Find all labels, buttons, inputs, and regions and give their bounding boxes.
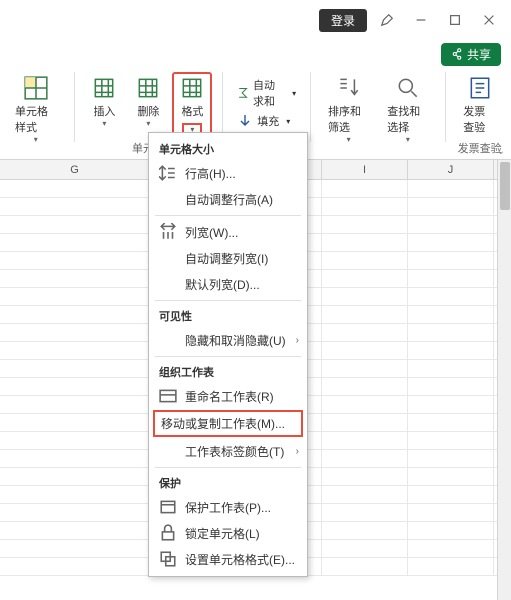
menu-section-organize: 组织工作表 [149, 360, 307, 383]
title-bar: 登录 [0, 0, 511, 40]
share-button[interactable]: 共享 [441, 43, 501, 66]
autosum-button[interactable]: 自动求和▾ [233, 76, 300, 110]
share-label: 共享 [467, 46, 491, 63]
collapse-ribbon-icon[interactable]: ⌄ [497, 146, 505, 157]
fill-button[interactable]: 填充▾ [233, 112, 300, 130]
row-height-icon [159, 164, 177, 182]
col-header-j[interactable]: J [408, 160, 494, 179]
menu-rename-sheet[interactable]: 重命名工作表(R) [149, 383, 307, 409]
sort-filter-group: 排序和筛选 ▾ 查找和选择 ▾ [317, 72, 439, 158]
pen-icon[interactable] [373, 6, 401, 34]
chevron-right-icon: › [296, 446, 299, 457]
delete-button[interactable]: 删除 ▾ [128, 72, 168, 139]
format-cells-icon [159, 550, 177, 568]
close-icon[interactable] [475, 6, 503, 34]
chevron-down-icon: ▾ [146, 119, 150, 128]
cell-styles-button[interactable]: 单元格样式 ▾ [8, 72, 64, 147]
maximize-icon[interactable] [441, 6, 469, 34]
col-header-i[interactable]: I [322, 160, 408, 179]
lock-icon [159, 524, 177, 542]
chevron-down-icon: ▾ [406, 135, 410, 144]
cell-styles-group: 单元格样式 ▾ [4, 72, 68, 158]
invoice-button[interactable]: 发票查验 [456, 72, 503, 138]
chevron-right-icon: › [296, 335, 299, 346]
sort-filter-button[interactable]: 排序和筛选 ▾ [321, 72, 376, 147]
menu-tab-color[interactable]: 工作表标签颜色(T) › [149, 438, 307, 464]
menu-lock-cell[interactable]: 锁定单元格(L) [149, 520, 307, 546]
col-header-g[interactable]: G [0, 160, 150, 179]
menu-autofit-col[interactable]: 自动调整列宽(I) [149, 245, 307, 271]
menu-default-width[interactable]: 默认列宽(D)... [149, 271, 307, 297]
insert-button[interactable]: 插入 ▾ [84, 72, 124, 139]
menu-protect-sheet[interactable]: 保护工作表(P)... [149, 494, 307, 520]
chevron-down-icon: ▾ [102, 119, 106, 128]
format-dropdown-menu: 单元格大小 行高(H)... 自动调整行高(A) 列宽(W)... 自动调整列宽… [148, 132, 308, 577]
menu-move-copy-sheet[interactable]: 移动或复制工作表(M)... [153, 410, 303, 437]
menu-autofit-row[interactable]: 自动调整行高(A) [149, 186, 307, 212]
menu-section-visibility: 可见性 [149, 304, 307, 327]
rename-icon [159, 387, 177, 405]
menu-format-cells[interactable]: 设置单元格格式(E)... [149, 546, 307, 572]
menu-section-protect: 保护 [149, 471, 307, 494]
format-button[interactable]: 格式 ▾ [172, 72, 212, 139]
chevron-down-icon: ▾ [34, 135, 38, 144]
login-button[interactable]: 登录 [319, 9, 367, 32]
invoice-group-label: 发票查验 [458, 140, 502, 158]
menu-section-cell-size: 单元格大小 [149, 137, 307, 160]
menu-col-width[interactable]: 列宽(W)... [149, 219, 307, 245]
vertical-scrollbar[interactable] [497, 160, 511, 600]
find-select-button[interactable]: 查找和选择 ▾ [380, 72, 435, 147]
chevron-down-icon: ▾ [347, 135, 351, 144]
protect-sheet-icon [159, 498, 177, 516]
share-bar: 共享 [0, 40, 511, 68]
col-width-icon [159, 223, 177, 241]
minimize-icon[interactable] [407, 6, 435, 34]
scrollbar-thumb[interactable] [500, 162, 510, 210]
menu-hide-unhide[interactable]: 隐藏和取消隐藏(U) › [149, 327, 307, 353]
menu-row-height[interactable]: 行高(H)... [149, 160, 307, 186]
